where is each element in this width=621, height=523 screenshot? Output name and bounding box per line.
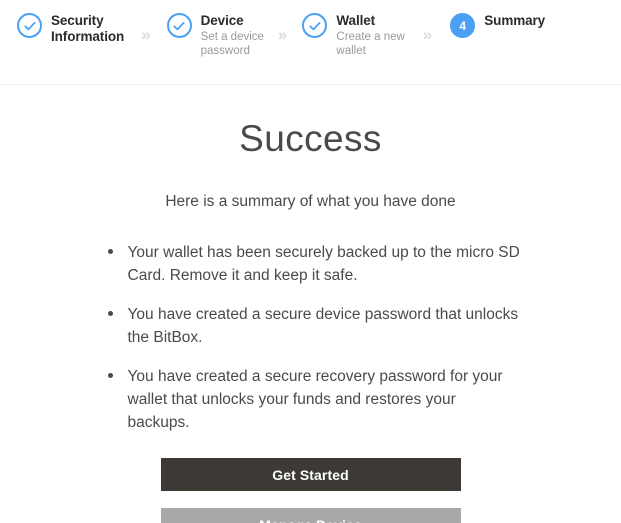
check-icon xyxy=(302,13,328,38)
action-buttons: Get Started Manage Device xyxy=(160,458,461,523)
step-number-badge: 4 xyxy=(450,13,476,38)
stepper-separator-icon: » xyxy=(141,25,151,44)
get-started-button[interactable]: Get Started xyxy=(160,458,461,491)
list-item: You have created a secure device passwor… xyxy=(101,303,521,349)
stepper-step-device[interactable]: Device Set a device password xyxy=(166,12,264,58)
list-item-text: Your wallet has been securely backed up … xyxy=(127,244,520,284)
stepper-step-title: Wallet xyxy=(336,13,376,28)
stepper-separator-icon: » xyxy=(277,25,288,44)
page-title: Success xyxy=(239,118,382,159)
summary-list: Your wallet has been securely backed up … xyxy=(101,241,521,434)
stepper-step-text: Wallet Create a new wallet xyxy=(336,12,404,58)
step-number-label: 4 xyxy=(459,18,467,33)
check-glyph xyxy=(23,21,36,30)
wizard-stepper: Security Information » Device Set a devi… xyxy=(0,0,621,85)
bullet-icon xyxy=(107,249,113,254)
manage-device-button[interactable]: Manage Device xyxy=(160,508,461,523)
stepper-step-wallet[interactable]: Wallet Create a new wallet xyxy=(302,12,405,58)
check-icon xyxy=(17,13,42,38)
stepper-step-text: Device Set a device password xyxy=(201,12,264,58)
stepper-step-title: Device xyxy=(200,13,244,28)
list-item-text: You have created a secure device passwor… xyxy=(127,306,519,346)
check-glyph xyxy=(309,21,321,30)
list-item: Your wallet has been securely backed up … xyxy=(101,241,521,287)
stepper-step-security-information[interactable]: Security Information xyxy=(17,12,124,45)
stepper-step-text: Security Information xyxy=(51,12,124,45)
check-icon xyxy=(166,13,192,38)
bullet-icon xyxy=(107,311,113,316)
stepper-step-subtitle: Create a new wallet xyxy=(336,30,405,57)
list-item-text: You have created a secure recovery passw… xyxy=(127,368,503,431)
stepper-step-title: Security Information xyxy=(51,13,125,44)
stepper-step-title: Summary xyxy=(484,13,546,28)
stepper-step-summary[interactable]: 4 Summary xyxy=(450,12,545,38)
check-glyph xyxy=(173,21,185,30)
bullet-icon xyxy=(107,373,113,378)
stepper-step-text: Summary xyxy=(484,12,545,29)
page-subtitle: Here is a summary of what you have done xyxy=(165,193,456,210)
stepper-separator-icon: » xyxy=(422,25,433,44)
stepper-step-subtitle: Set a device password xyxy=(200,30,264,57)
list-item: You have created a secure recovery passw… xyxy=(101,365,521,434)
main-content: Success Here is a summary of what you ha… xyxy=(0,85,621,523)
